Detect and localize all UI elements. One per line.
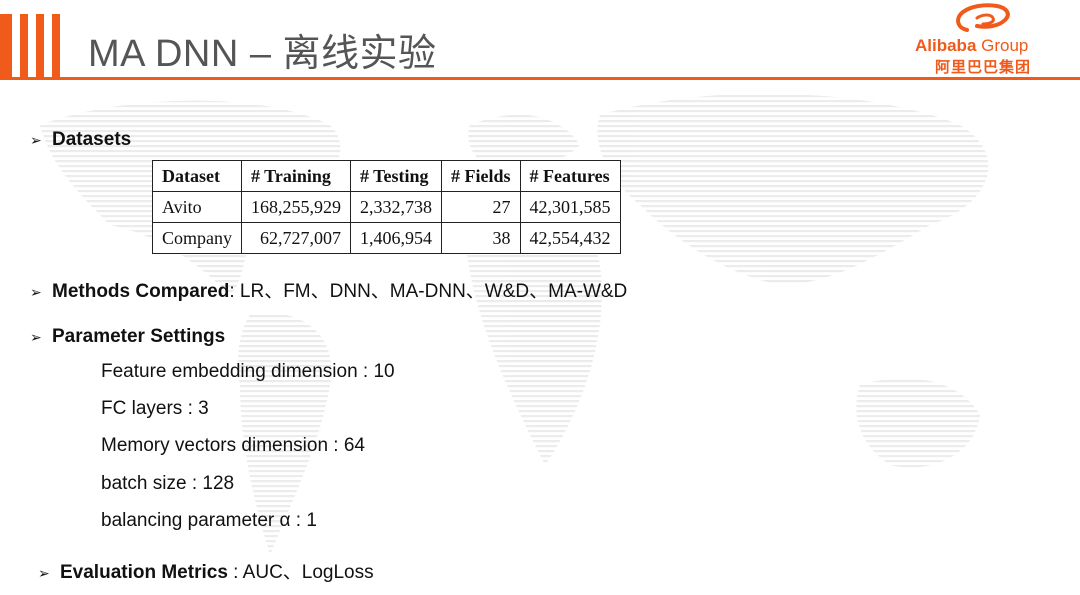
alibaba-logo: Alibaba Group 阿里巴巴集团 <box>915 0 1055 76</box>
bullet-arrow-icon: ➢ <box>30 132 42 148</box>
table-header: # Testing <box>350 160 442 192</box>
methods-line: ➢ Methods Compared: LR、FM、DNN、MA-DNN、W&D、… <box>30 281 628 302</box>
metrics-line: ➢ Evaluation Metrics : AUC、LogLoss <box>38 562 374 583</box>
table-cell: 42,301,585 <box>519 191 621 223</box>
param-item: FC layers : 3 <box>101 398 209 419</box>
bullet-arrow-icon: ➢ <box>30 284 42 300</box>
table-header-row: Dataset # Training # Testing # Fields # … <box>152 160 621 192</box>
table-cell: 27 <box>441 191 521 223</box>
table-cell: 168,255,929 <box>241 191 351 223</box>
bullet-arrow-icon: ➢ <box>38 565 50 581</box>
param-item: Memory vectors dimension : 64 <box>101 435 365 456</box>
table-row: Avito 168,255,929 2,332,738 27 42,301,58… <box>152 191 621 223</box>
table-header: # Fields <box>441 160 521 192</box>
table-header: # Features <box>519 160 621 192</box>
table-cell: 2,332,738 <box>350 191 442 223</box>
table-header: Dataset <box>152 160 242 192</box>
table-cell: 1,406,954 <box>350 222 442 254</box>
param-item: batch size : 128 <box>101 473 235 494</box>
header-stripes <box>0 14 62 78</box>
param-item: Feature embedding dimension : 10 <box>101 361 395 382</box>
table-header: # Training <box>241 160 351 192</box>
table-cell: 38 <box>441 222 521 254</box>
alibaba-logo-icon <box>956 3 1010 32</box>
table-cell: 42,554,432 <box>519 222 621 254</box>
page-title: MA DNN – 离线实验 <box>88 33 437 75</box>
table-cell: Avito <box>152 191 242 223</box>
table-row: Company 62,727,007 1,406,954 38 42,554,4… <box>152 222 621 254</box>
datasets-table: Dataset # Training # Testing # Fields # … <box>152 160 621 254</box>
params-heading: ➢ Parameter Settings <box>30 326 226 347</box>
datasets-heading: ➢ Datasets <box>30 129 132 150</box>
table-cell: 62,727,007 <box>241 222 351 254</box>
table-cell: Company <box>152 222 242 254</box>
title-divider <box>0 77 1080 80</box>
bullet-arrow-icon: ➢ <box>30 329 42 345</box>
param-item: balancing parameter α : 1 <box>101 510 317 531</box>
